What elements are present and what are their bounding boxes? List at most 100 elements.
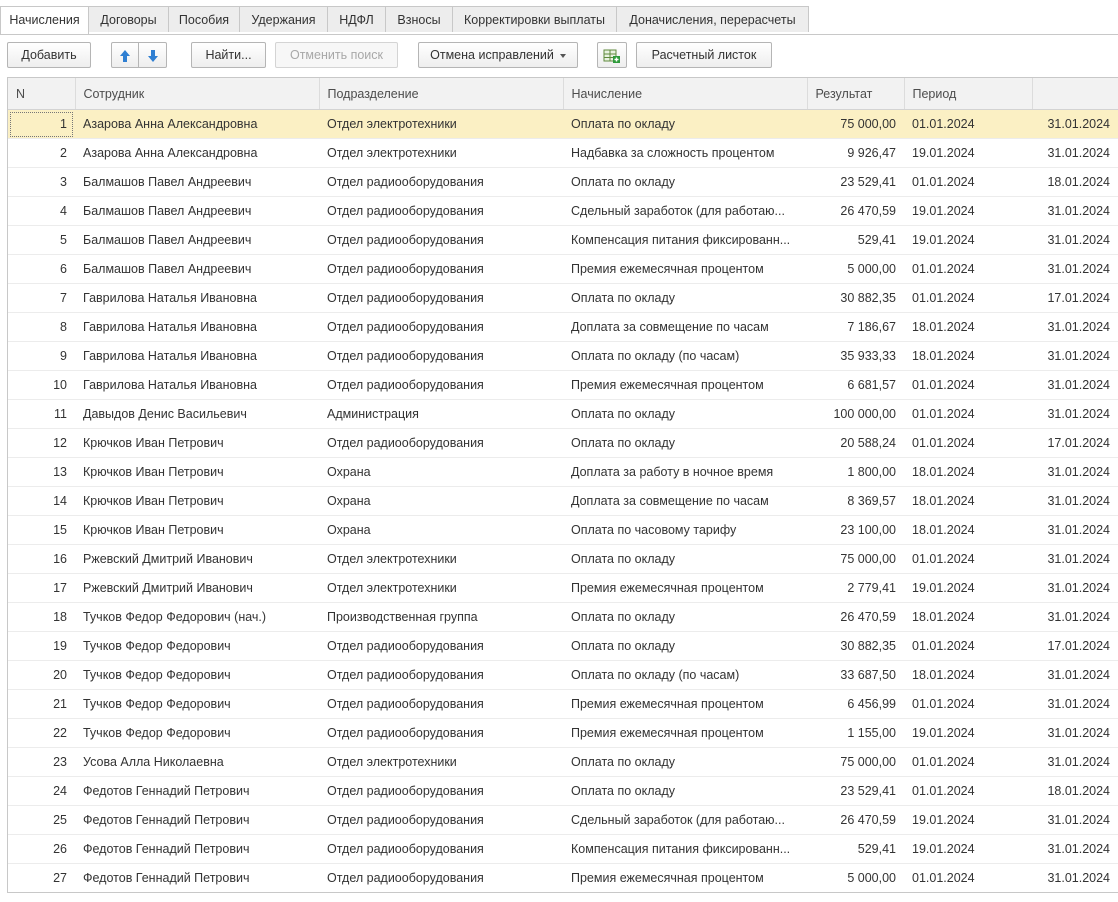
table-row[interactable]: 10 Гаврилова Наталья Ивановна Отдел радиоо…: [8, 370, 1118, 400]
move-down-button[interactable]: [139, 42, 167, 68]
period-start-cell: 01.01.2024: [904, 370, 1032, 400]
tab-recalculations[interactable]: Доначисления, перерасчеты: [617, 6, 809, 32]
row-number: 12: [8, 428, 75, 458]
result-cell: 7 186,67: [807, 312, 904, 342]
result-cell: 30 882,35: [807, 283, 904, 313]
period-end-cell: 31.01.2024: [1032, 196, 1118, 226]
move-up-button[interactable]: [111, 42, 139, 68]
department-cell: Отдел радиооборудования: [319, 254, 563, 284]
table-row[interactable]: 12 Крючков Иван Петрович Отдел радиооборуд…: [8, 428, 1118, 458]
table-row[interactable]: 11 Давыдов Денис Васильевич Администрация О…: [8, 399, 1118, 429]
tab-ndfl[interactable]: НДФЛ: [328, 6, 386, 32]
table-row[interactable]: 4 Балмашов Павел Андреевич Отдел радиообор…: [8, 196, 1118, 226]
table-header: N Сотрудник Подразделение Начисление Рез…: [8, 78, 1118, 110]
department-cell: Отдел радиооборудования: [319, 225, 563, 255]
table-row[interactable]: 15 Крючков Иван Петрович Охрана Оплата по ч…: [8, 515, 1118, 545]
row-number: 17: [8, 573, 75, 603]
table-row[interactable]: 3 Балмашов Павел Андреевич Отдел радиообор…: [8, 167, 1118, 197]
row-number: 16: [8, 544, 75, 574]
tab-benefits[interactable]: Пособия: [169, 6, 240, 32]
add-button[interactable]: Добавить: [7, 42, 91, 68]
period-end-cell: 17.01.2024: [1032, 631, 1118, 661]
table-row[interactable]: 26 Федотов Геннадий Петрович Отдел радиооб…: [8, 834, 1118, 864]
accrual-type-cell: Оплата по окладу: [563, 428, 807, 458]
table-row[interactable]: 22 Тучков Федор Федорович Отдел радиообору…: [8, 718, 1118, 748]
table-row[interactable]: 17 Ржевский Дмитрий Иванович Отдел электро…: [8, 573, 1118, 603]
accrual-type-cell: Сдельный заработок (для работаю...: [563, 805, 807, 835]
tab-contributions[interactable]: Взносы: [386, 6, 453, 32]
employee-cell: Балмашов Павел Андреевич: [75, 225, 319, 255]
employee-cell: Гаврилова Наталья Ивановна: [75, 312, 319, 342]
tab-deductions[interactable]: Удержания: [240, 6, 328, 32]
row-number: 20: [8, 660, 75, 690]
period-end-cell: 31.01.2024: [1032, 834, 1118, 864]
accrual-type-cell: Оплата по часовому тарифу: [563, 515, 807, 545]
result-cell: 23 529,41: [807, 167, 904, 197]
period-start-cell: 01.01.2024: [904, 631, 1032, 661]
department-cell: Отдел радиооборудования: [319, 283, 563, 313]
table-row[interactable]: 13 Крючков Иван Петрович Охрана Доплата за …: [8, 457, 1118, 487]
table-row[interactable]: 27 Федотов Геннадий Петрович Отдел радиооб…: [8, 863, 1118, 892]
col-header-department[interactable]: Подразделение: [319, 78, 564, 110]
tab-contracts[interactable]: Договоры: [89, 6, 169, 32]
table-row[interactable]: 1 Азарова Анна Александровна Отдел электро…: [8, 109, 1118, 139]
row-number: 6: [8, 254, 75, 284]
period-end-cell: 31.01.2024: [1032, 863, 1118, 892]
result-cell: 1 155,00: [807, 718, 904, 748]
employee-cell: Крючков Иван Петрович: [75, 457, 319, 487]
col-header-accrual[interactable]: Начисление: [563, 78, 808, 110]
period-start-cell: 01.01.2024: [904, 428, 1032, 458]
table-row[interactable]: 8 Гаврилова Наталья Ивановна Отдел радиооб…: [8, 312, 1118, 342]
col-header-result[interactable]: Результат: [807, 78, 905, 110]
result-cell: 26 470,59: [807, 602, 904, 632]
col-header-employee[interactable]: Сотрудник: [75, 78, 320, 110]
cancel-search-button[interactable]: Отменить поиск: [275, 42, 398, 68]
table-add-button[interactable]: [597, 42, 627, 68]
result-cell: 2 779,41: [807, 573, 904, 603]
row-number: 9: [8, 341, 75, 371]
table-row[interactable]: 19 Тучков Федор Федорович Отдел радиообору…: [8, 631, 1118, 661]
row-number: 4: [8, 196, 75, 226]
period-end-cell: 31.01.2024: [1032, 138, 1118, 168]
table-row[interactable]: 14 Крючков Иван Петрович Охрана Доплата за …: [8, 486, 1118, 516]
col-header-n[interactable]: N: [8, 78, 76, 110]
employee-cell: Балмашов Павел Андреевич: [75, 167, 319, 197]
col-header-period-end[interactable]: [1032, 78, 1118, 110]
table-row[interactable]: 6 Балмашов Павел Андреевич Отдел радиообор…: [8, 254, 1118, 284]
department-cell: Отдел электротехники: [319, 138, 563, 168]
accrual-type-cell: Оплата по окладу: [563, 776, 807, 806]
table-row[interactable]: 24 Федотов Геннадий Петрович Отдел радиооб…: [8, 776, 1118, 806]
table-row[interactable]: 2 Азарова Анна Александровна Отдел электро…: [8, 138, 1118, 168]
tab-accruals[interactable]: Начисления: [0, 6, 89, 34]
table-row[interactable]: 20 Тучков Федор Федорович Отдел радиообору…: [8, 660, 1118, 690]
department-cell: Отдел электротехники: [319, 109, 563, 139]
cancel-corrections-dropdown[interactable]: Отмена исправлений: [418, 42, 578, 68]
period-start-cell: 19.01.2024: [904, 225, 1032, 255]
table-row[interactable]: 5 Балмашов Павел Андреевич Отдел радиообор…: [8, 225, 1118, 255]
find-button[interactable]: Найти...: [191, 42, 266, 68]
department-cell: Отдел радиооборудования: [319, 689, 563, 719]
department-cell: Отдел радиооборудования: [319, 718, 563, 748]
accrual-type-cell: Оплата по окладу: [563, 399, 807, 429]
result-cell: 9 926,47: [807, 138, 904, 168]
period-start-cell: 18.01.2024: [904, 312, 1032, 342]
accrual-type-cell: Оплата по окладу: [563, 167, 807, 197]
table-row[interactable]: 9 Гаврилова Наталья Ивановна Отдел радиооб…: [8, 341, 1118, 371]
table-row[interactable]: 21 Тучков Федор Федорович Отдел радиообору…: [8, 689, 1118, 719]
table-row[interactable]: 7 Гаврилова Наталья Ивановна Отдел радиооб…: [8, 283, 1118, 313]
table-row[interactable]: 25 Федотов Геннадий Петрович Отдел радиооб…: [8, 805, 1118, 835]
period-end-cell: 31.01.2024: [1032, 486, 1118, 516]
department-cell: Отдел радиооборудования: [319, 834, 563, 864]
payslip-button[interactable]: Расчетный листок: [636, 42, 772, 68]
table-row[interactable]: 23 Усова Алла Николаевна Отдел электротехн…: [8, 747, 1118, 777]
period-end-cell: 31.01.2024: [1032, 370, 1118, 400]
table-row[interactable]: 18 Тучков Федор Федорович (нач.) Производс…: [8, 602, 1118, 632]
table-row[interactable]: 16 Ржевский Дмитрий Иванович Отдел электро…: [8, 544, 1118, 574]
col-header-period[interactable]: Период: [904, 78, 1033, 110]
department-cell: Отдел радиооборудования: [319, 370, 563, 400]
table-add-icon: [603, 49, 620, 63]
period-end-cell: 31.01.2024: [1032, 602, 1118, 632]
row-number: 5: [8, 225, 75, 255]
period-end-cell: 31.01.2024: [1032, 660, 1118, 690]
tab-payment-corrections[interactable]: Корректировки выплаты: [453, 6, 617, 32]
